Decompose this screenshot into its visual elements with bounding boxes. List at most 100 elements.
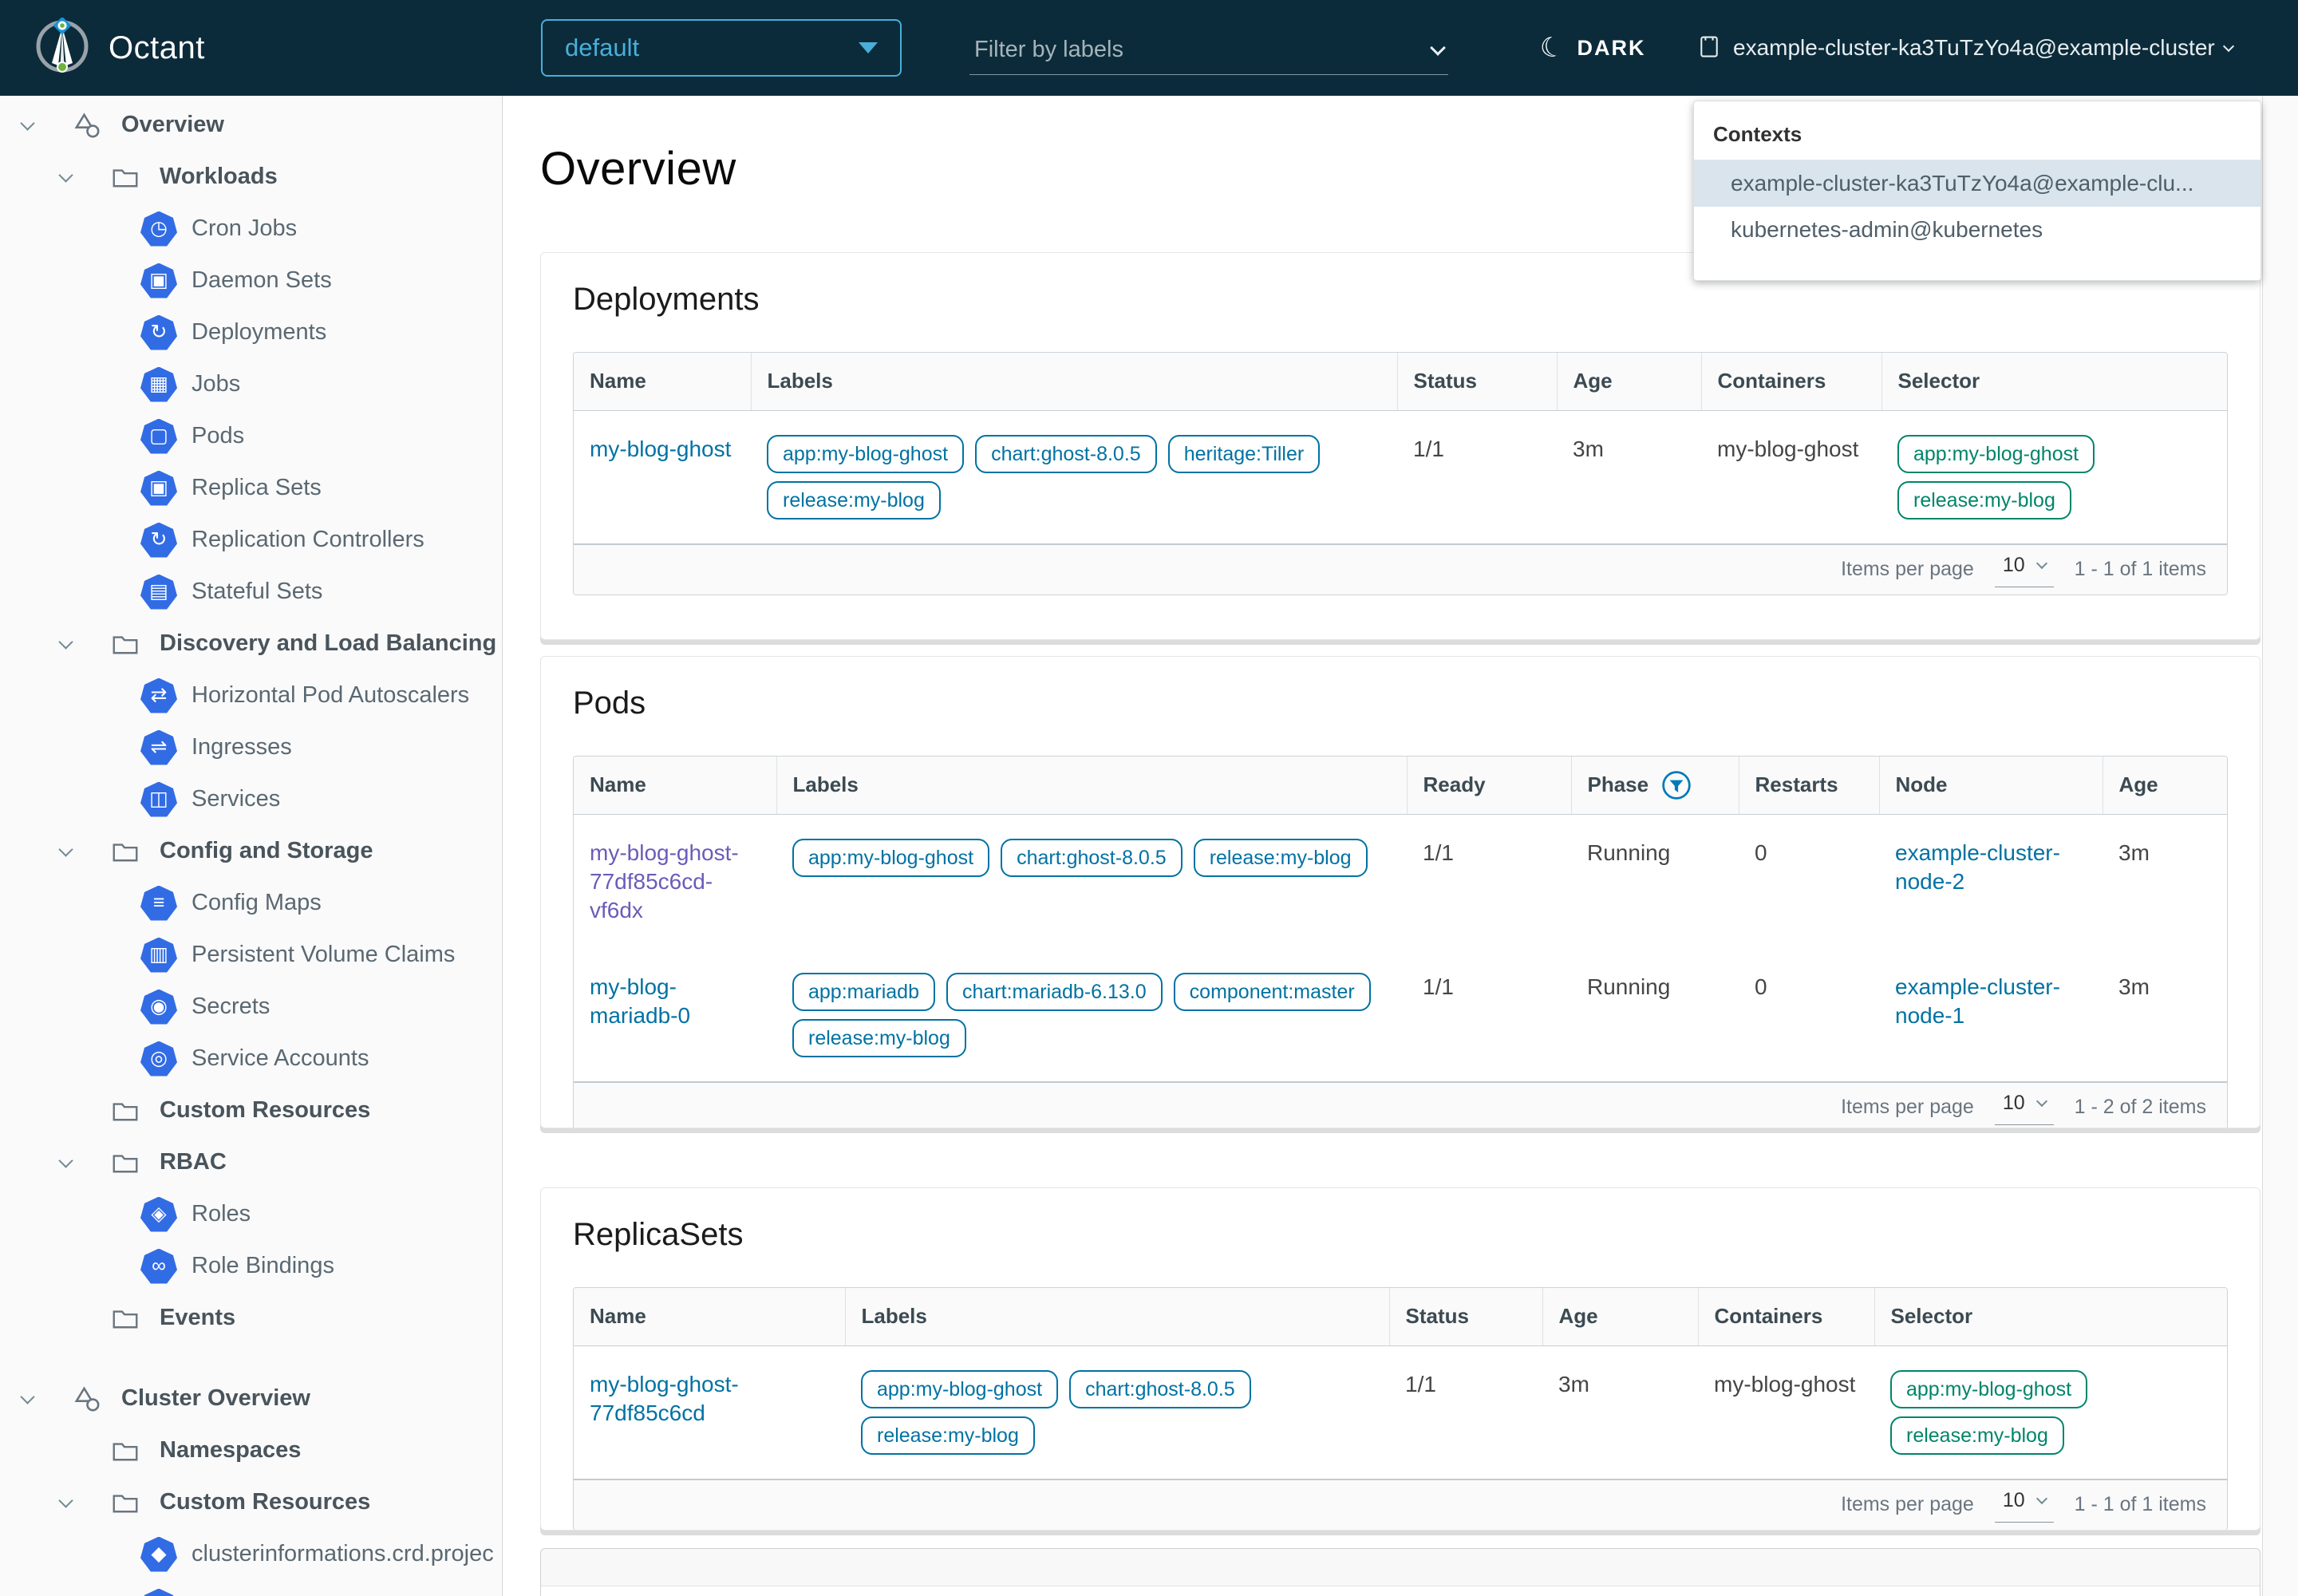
theme-toggle-button[interactable]: ☾ DARK bbox=[1540, 0, 1645, 96]
column-header-containers: Containers bbox=[1701, 353, 1881, 410]
datagrid-table: NameLabelsStatusAgeContainersSelectormy-… bbox=[574, 1288, 2228, 1479]
header-row: NameLabelsReadyPhaseRestartsNodeAge bbox=[574, 757, 2228, 814]
chevron-down-icon[interactable] bbox=[58, 842, 73, 856]
resource-link[interactable]: example-cluster-node-1 bbox=[1895, 974, 2060, 1028]
sidebar-item-events[interactable]: Events bbox=[0, 1292, 502, 1344]
namespace-select[interactable]: default bbox=[541, 19, 902, 77]
chevron-down-icon[interactable] bbox=[58, 1153, 73, 1167]
sidebar-item-label: csidrivers.csi.storage.k8s.io bbox=[192, 1593, 475, 1596]
chevron-down-icon[interactable] bbox=[58, 634, 73, 649]
replicationcontroller-icon: ↻ bbox=[140, 523, 177, 558]
sidebar-item-discovery-and-load-balancing[interactable]: Discovery and Load Balancing bbox=[0, 618, 502, 670]
filter-placeholder: Filter by labels bbox=[974, 37, 1123, 63]
sidebar-item-config-and-storage[interactable]: Config and Storage bbox=[0, 825, 502, 877]
sidebar-item-clusterinformations-crd-projec[interactable]: ◆clusterinformations.crd.projec bbox=[0, 1528, 502, 1580]
context-menu-item[interactable]: kubernetes-admin@kubernetes bbox=[1694, 207, 2260, 253]
sidebar-item-role-bindings[interactable]: ∞Role Bindings bbox=[0, 1240, 502, 1292]
table-cell: Running bbox=[1571, 814, 1739, 949]
sidebar-item-label: Ingresses bbox=[192, 734, 292, 760]
cronjob-icon: ◷ bbox=[140, 211, 177, 247]
column-header-label: Age bbox=[2119, 772, 2158, 797]
page-size-select[interactable]: 10 bbox=[1995, 552, 2054, 587]
table-cell: 0 bbox=[1739, 814, 1879, 949]
sidebar-item-services[interactable]: ◫Services bbox=[0, 773, 502, 825]
service-icon: ◫ bbox=[140, 782, 177, 817]
table-cell: 1/1 bbox=[1407, 949, 1571, 1081]
chevron-down-icon[interactable] bbox=[58, 168, 73, 182]
datagrid-footer: Items per page101 - 1 of 1 items bbox=[574, 543, 2227, 595]
sidebar-item-secrets[interactable]: ◉Secrets bbox=[0, 981, 502, 1033]
sidebar-item-service-accounts[interactable]: ◎Service Accounts bbox=[0, 1033, 502, 1084]
sidebar-item-cluster-overview[interactable]: Cluster Overview bbox=[0, 1373, 502, 1424]
column-header-label: Containers bbox=[1718, 369, 1826, 393]
page-size-select[interactable]: 10 bbox=[1995, 1487, 2054, 1523]
column-header-label: Labels bbox=[793, 772, 859, 797]
sidebar-item-csidrivers-csi-storage-k8s-io[interactable]: ◆ csidrivers.csi.storage.k8s.io bbox=[0, 1580, 502, 1596]
label-tag: app:my-blog-ghost bbox=[861, 1370, 1058, 1408]
selector-tag: release:my-blog bbox=[1890, 1416, 2064, 1455]
sidebar-item-custom-resources[interactable]: Custom Resources bbox=[0, 1084, 502, 1136]
sidebar-item-ingresses[interactable]: ⇌Ingresses bbox=[0, 721, 502, 773]
selector-tag: app:my-blog-ghost bbox=[1890, 1370, 2087, 1408]
chevron-down-icon[interactable] bbox=[20, 1389, 34, 1404]
column-header-label: Labels bbox=[862, 1304, 927, 1329]
datagrid: NameLabelsReadyPhaseRestartsNodeAge my-bl… bbox=[573, 756, 2228, 1128]
folder-icon bbox=[105, 1092, 145, 1130]
chevron-down-icon[interactable] bbox=[20, 116, 34, 130]
folder-icon bbox=[105, 1144, 145, 1182]
sidebar-item-rbac[interactable]: RBAC bbox=[0, 1136, 502, 1188]
label-tag: chart:ghost-8.0.5 bbox=[975, 435, 1157, 473]
filter-icon[interactable] bbox=[1661, 770, 1692, 800]
cell-text: 3m bbox=[1573, 435, 1685, 464]
sidebar-item-persistent-volume-claims[interactable]: ▥Persistent Volume Claims bbox=[0, 929, 502, 981]
sidebar-item-label: Config and Storage bbox=[160, 838, 373, 864]
column-header-phase: Phase bbox=[1571, 757, 1739, 814]
sidebar-item-custom-resources[interactable]: Custom Resources bbox=[0, 1476, 502, 1528]
pvc-icon: ▥ bbox=[140, 938, 177, 973]
sidebar-item-namespaces[interactable]: Namespaces bbox=[0, 1424, 502, 1476]
tag-list: app:my-blog-ghost release:my-blog bbox=[1890, 1370, 2217, 1455]
chevron-down-icon bbox=[2036, 1493, 2047, 1504]
sidebar-nav: OverviewWorkloads◷Cron Jobs▣Daemon Sets↻… bbox=[0, 96, 503, 1596]
column-header-label: Containers bbox=[1715, 1304, 1823, 1329]
sidebar-item-config-maps[interactable]: ≡Config Maps bbox=[0, 877, 502, 929]
column-header-labels: Labels bbox=[845, 1288, 1389, 1345]
context-menu-item[interactable]: example-cluster-ka3TuTzYo4a@example-clu.… bbox=[1694, 160, 2260, 207]
sidebar-item-replication-controllers[interactable]: ↻Replication Controllers bbox=[0, 514, 502, 566]
sidebar-item-cron-jobs[interactable]: ◷Cron Jobs bbox=[0, 203, 502, 255]
datagrid: NameLabelsStatusAgeContainersSelector my-… bbox=[573, 352, 2228, 595]
label-tag: chart:ghost-8.0.5 bbox=[1001, 839, 1183, 877]
resource-link[interactable]: my-blog-ghost-77df85c6cd bbox=[590, 1372, 739, 1425]
sidebar-item-horizontal-pod-autoscalers[interactable]: ⇄Horizontal Pod Autoscalers bbox=[0, 670, 502, 721]
folder-icon bbox=[105, 1432, 145, 1470]
sidebar-item-stateful-sets[interactable]: ▤Stateful Sets bbox=[0, 566, 502, 618]
cell-text: 3m bbox=[2118, 973, 2217, 1001]
sidebar-item-pods[interactable]: ▢Pods bbox=[0, 410, 502, 462]
resource-link[interactable]: my-blog-ghost bbox=[590, 437, 731, 461]
sidebar-item-jobs[interactable]: ▦Jobs bbox=[0, 358, 502, 410]
sidebar-item-daemon-sets[interactable]: ▣Daemon Sets bbox=[0, 255, 502, 306]
page-size-select[interactable]: 10 bbox=[1995, 1090, 2054, 1125]
filter-labels-input[interactable]: Filter by labels bbox=[969, 30, 1448, 75]
section-title: Pods bbox=[573, 682, 2228, 724]
resource-link[interactable]: example-cluster-node-2 bbox=[1895, 840, 2060, 894]
resource-link[interactable]: my-blog-mariadb-0 bbox=[590, 974, 690, 1028]
app-brand[interactable]: Octant bbox=[34, 18, 205, 79]
crd-icon: ◆ bbox=[140, 1589, 177, 1596]
sidebar-item-replica-sets[interactable]: ▣Replica Sets bbox=[0, 462, 502, 514]
column-header-labels: Labels bbox=[751, 353, 1397, 410]
sidebar-item-overview[interactable]: Overview bbox=[0, 99, 502, 151]
sidebar-item-roles[interactable]: ◈Roles bbox=[0, 1188, 502, 1240]
context-switcher-button[interactable]: example-cluster-ka3TuTzYo4a@example-clus… bbox=[1698, 0, 2233, 96]
table-cell: 3m bbox=[1557, 410, 1701, 543]
header-row: NameLabelsStatusAgeContainersSelector bbox=[574, 353, 2228, 410]
scrollbar-gutter[interactable] bbox=[2262, 96, 2298, 1596]
folder-icon bbox=[105, 832, 145, 871]
cell-text: 1/1 bbox=[1405, 1370, 1526, 1399]
resource-link[interactable]: my-blog-ghost-77df85c6cd-vf6dx bbox=[590, 840, 739, 922]
chevron-down-icon[interactable] bbox=[58, 1493, 73, 1507]
sidebar-item-workloads[interactable]: Workloads bbox=[0, 151, 502, 203]
sidebar-item-deployments[interactable]: ↻Deployments bbox=[0, 306, 502, 358]
items-per-page-label: Items per page bbox=[1841, 1096, 1974, 1119]
section-card-deployments: DeploymentsNameLabelsStatusAgeContainers… bbox=[540, 252, 2260, 640]
